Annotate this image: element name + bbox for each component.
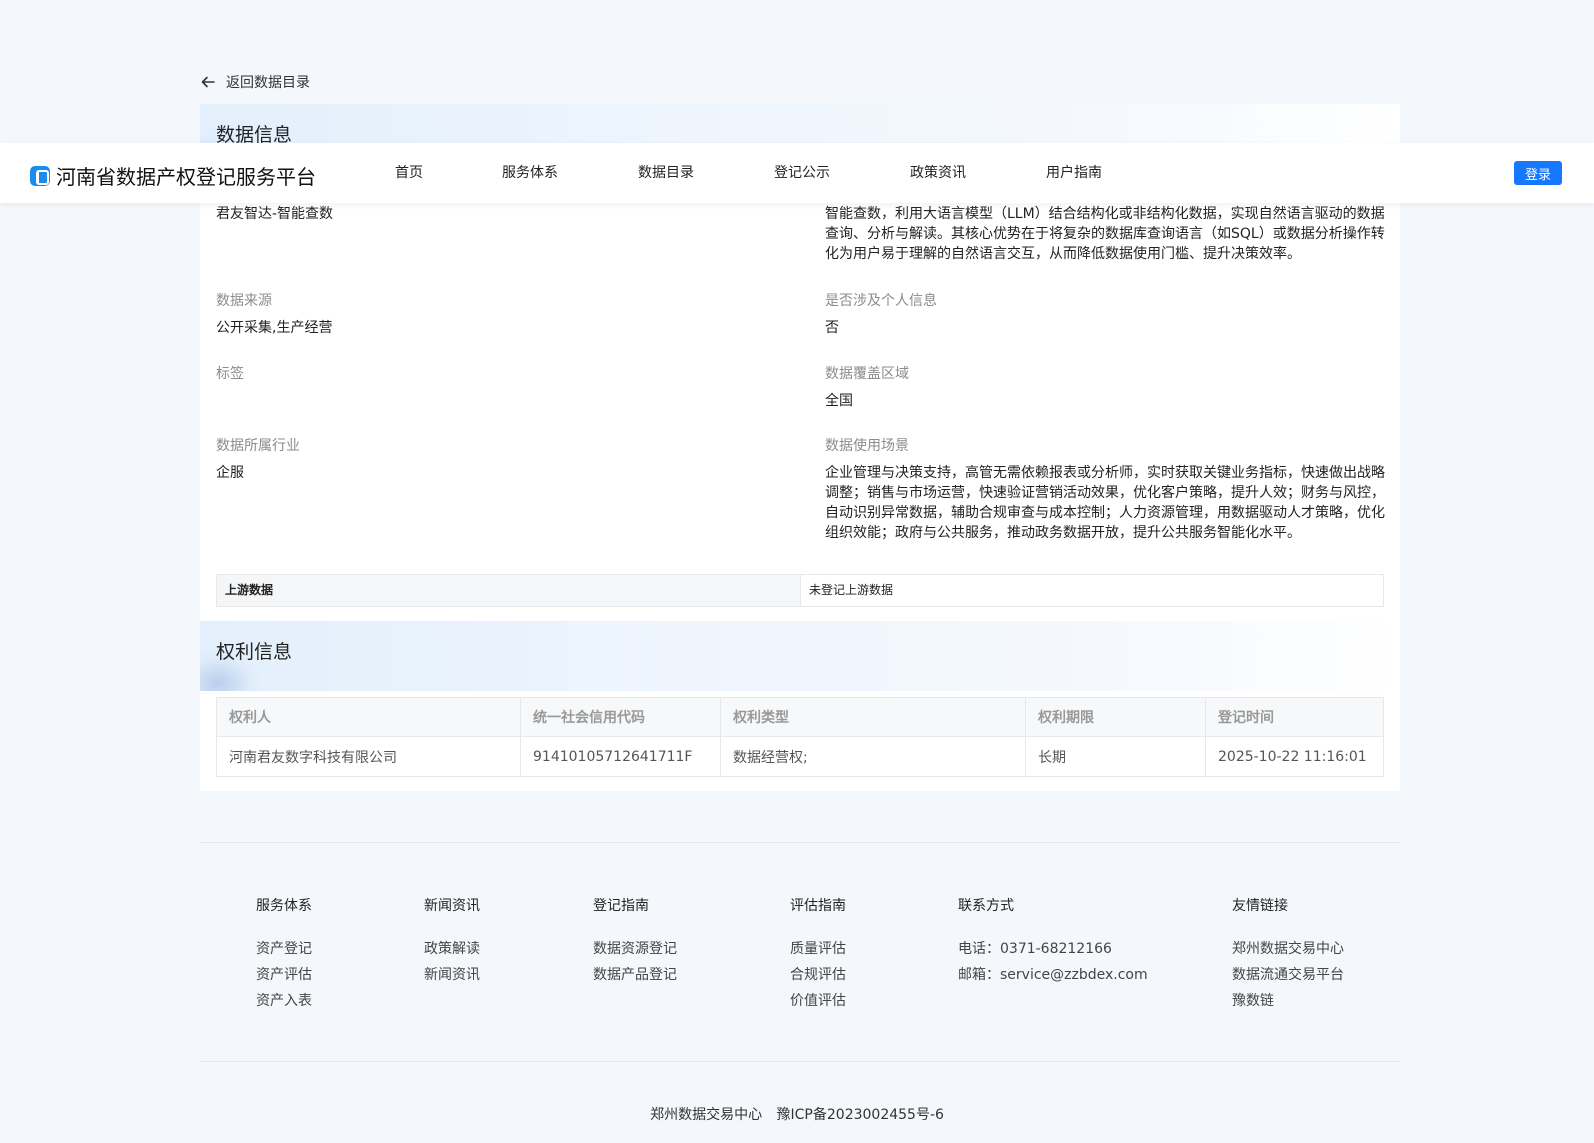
nav-data-catalog[interactable]: 数据目录 <box>638 143 774 203</box>
cell-register-time: 2025-10-22 11:16:01 <box>1205 736 1384 777</box>
coverage-label: 数据覆盖区域 <box>825 366 909 382</box>
footer-link-value[interactable]: 价值评估 <box>790 988 846 1014</box>
field-tags: 标签 <box>216 363 776 391</box>
platform-logo[interactable]: 河南省数据产权登记服务平台 <box>30 161 316 190</box>
footer-link-news[interactable]: 新闻资讯 <box>424 962 480 988</box>
footer-heading: 评估指南 <box>790 898 846 914</box>
description-value: 智能查数，利用大语言模型（LLM）结合结构化或非结构化数据，实现自然语言驱动的数… <box>825 206 1385 262</box>
field-data-name: 君友智达-智能查数 <box>216 204 776 224</box>
cell-credit-code: 91410105712641711F <box>520 736 721 777</box>
nav-user-guide[interactable]: 用户指南 <box>1046 143 1146 203</box>
field-coverage: 数据覆盖区域 全国 <box>825 363 1385 411</box>
scenario-value: 企业管理与决策支持，高管无需依赖报表或分析师，实时获取关键业务指标，快速做出战略… <box>825 465 1385 541</box>
table-row: 河南君友数字科技有限公司 91410105712641711F 数据经营权; 长… <box>216 736 1384 777</box>
rights-info-header: 权利信息 <box>200 621 1400 691</box>
footer-link-compliance[interactable]: 合规评估 <box>790 962 846 988</box>
footer-email: 邮箱：service@zzbdex.com <box>958 967 1148 983</box>
footer-col-links: 友情链接 郑州数据交易中心 数据流通交易平台 豫数链 <box>1232 895 1344 1014</box>
footer-heading: 友情链接 <box>1232 898 1288 914</box>
cell-rights-type: 数据经营权; <box>720 736 1026 777</box>
nav-policy-news[interactable]: 政策资讯 <box>910 143 1046 203</box>
platform-title: 河南省数据产权登记服务平台 <box>56 165 316 189</box>
back-link-label: 返回数据目录 <box>226 75 310 91</box>
top-header: 河南省数据产权登记服务平台 首页 服务体系 数据目录 登记公示 政策资讯 用户指… <box>0 143 1594 203</box>
footer-heading: 联系方式 <box>958 898 1014 914</box>
footer-col-service: 服务体系 资产登记 资产评估 资产入表 <box>256 895 312 1014</box>
field-industry: 数据所属行业 企服 <box>216 435 776 483</box>
back-to-catalog-link[interactable]: 返回数据目录 <box>200 72 310 92</box>
footer-col-registration-guide: 登记指南 数据资源登记 数据产品登记 <box>593 895 677 988</box>
col-register-time: 登记时间 <box>1205 697 1384 737</box>
rights-info-title: 权利信息 <box>216 641 293 663</box>
footer-col-evaluation-guide: 评估指南 质量评估 合规评估 价值评估 <box>790 895 846 1014</box>
source-label: 数据来源 <box>216 293 272 309</box>
main-nav: 首页 服务体系 数据目录 登记公示 政策资讯 用户指南 <box>395 143 1146 203</box>
rights-table: 权利人 统一社会信用代码 权利类型 权利期限 登记时间 河南君友数字科技有限公司… <box>216 697 1384 777</box>
upstream-data-row: 上游数据 未登记上游数据 <box>216 574 1384 607</box>
coverage-value: 全国 <box>825 393 853 409</box>
table-header-row: 权利人 统一社会信用代码 权利类型 权利期限 登记时间 <box>216 697 1384 737</box>
footer-heading: 服务体系 <box>256 898 312 914</box>
cell-rights-term: 长期 <box>1025 736 1206 777</box>
personal-info-label: 是否涉及个人信息 <box>825 293 937 309</box>
col-rights-term: 权利期限 <box>1025 697 1206 737</box>
footer-link-policy[interactable]: 政策解读 <box>424 936 480 962</box>
footer-col-contact: 联系方式 电话：0371-68212166 邮箱：service@zzbdex.… <box>958 895 1148 988</box>
copyright-bar: 郑州数据交易中心 豫ICP备2023002455号-6 <box>0 1104 1594 1124</box>
scenario-label: 数据使用场景 <box>825 438 909 454</box>
footer-link-asset-evaluation[interactable]: 资产评估 <box>256 962 312 988</box>
upstream-label: 上游数据 <box>217 575 801 606</box>
footer-link-asset-registration[interactable]: 资产登记 <box>256 936 312 962</box>
logo-icon <box>30 165 50 186</box>
footer-link-quality[interactable]: 质量评估 <box>790 936 846 962</box>
footer-col-news: 新闻资讯 政策解读 新闻资讯 <box>424 895 480 988</box>
source-value: 公开采集,生产经营 <box>216 320 333 336</box>
footer-heading: 新闻资讯 <box>424 898 480 914</box>
field-description: 智能查数，利用大语言模型（LLM）结合结构化或非结构化数据，实现自然语言驱动的数… <box>825 204 1385 264</box>
field-source: 数据来源 公开采集,生产经营 <box>216 290 776 338</box>
footer-phone: 电话：0371-68212166 <box>958 941 1112 957</box>
footer-divider-bottom <box>200 1061 1400 1062</box>
nav-registration-notice[interactable]: 登记公示 <box>774 143 910 203</box>
personal-info-value: 否 <box>825 320 839 336</box>
nav-service-system[interactable]: 服务体系 <box>502 143 638 203</box>
footer-link-yushulian[interactable]: 豫数链 <box>1232 988 1344 1014</box>
copyright-org: 郑州数据交易中心 <box>650 1107 763 1123</box>
upstream-value: 未登记上游数据 <box>809 583 894 597</box>
icp-number[interactable]: 豫ICP备2023002455号-6 <box>777 1107 944 1123</box>
footer-link-product-registration[interactable]: 数据产品登记 <box>593 962 677 988</box>
tags-label: 标签 <box>216 366 244 382</box>
col-credit-code: 统一社会信用代码 <box>520 697 721 737</box>
field-scenario: 数据使用场景 企业管理与决策支持，高管无需依赖报表或分析师，实时获取关键业务指标… <box>825 435 1385 543</box>
arrow-left-icon <box>201 76 215 88</box>
industry-value: 企服 <box>216 465 244 481</box>
login-button[interactable]: 登录 <box>1514 161 1562 185</box>
field-personal-info: 是否涉及个人信息 否 <box>825 290 1385 338</box>
data-name-value: 君友智达-智能查数 <box>216 206 334 222</box>
footer-heading: 登记指南 <box>593 898 649 914</box>
col-rights-holder: 权利人 <box>216 697 521 737</box>
footer-link-asset-accounting[interactable]: 资产入表 <box>256 988 312 1014</box>
industry-label: 数据所属行业 <box>216 438 300 454</box>
col-rights-type: 权利类型 <box>720 697 1026 737</box>
footer-link-resource-registration[interactable]: 数据资源登记 <box>593 936 677 962</box>
rights-info-card: 权利信息 权利人 统一社会信用代码 权利类型 权利期限 登记时间 河南君友数字科… <box>200 621 1400 791</box>
footer-link-zzbdex[interactable]: 郑州数据交易中心 <box>1232 936 1344 962</box>
footer-divider-top <box>200 842 1400 843</box>
cell-rights-holder: 河南君友数字科技有限公司 <box>216 736 521 777</box>
nav-home[interactable]: 首页 <box>395 143 502 203</box>
footer-link-trade-platform[interactable]: 数据流通交易平台 <box>1232 962 1344 988</box>
